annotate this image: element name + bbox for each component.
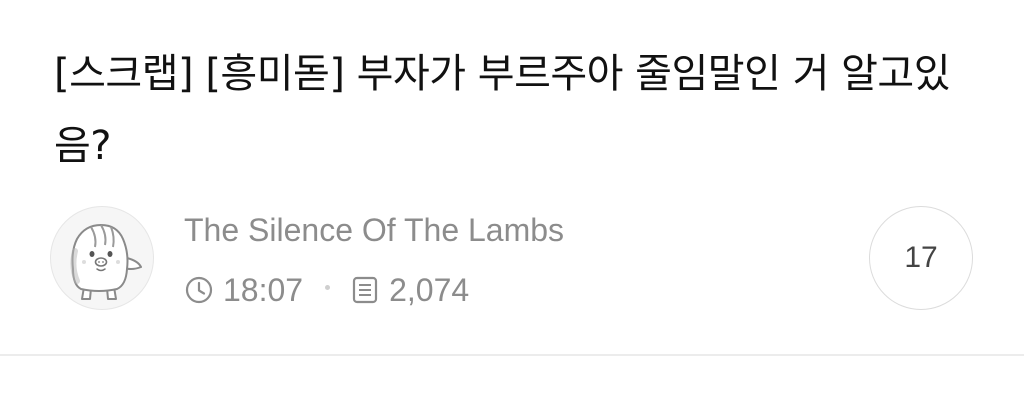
list-divider (0, 354, 1024, 356)
document-lines-icon (350, 275, 380, 305)
comment-count: 17 (904, 241, 938, 274)
author-name[interactable]: The Silence Of The Lambs (184, 212, 564, 249)
author-avatar[interactable] (50, 206, 154, 310)
post-time: 18:07 (223, 271, 304, 308)
penguin-mascot-icon (70, 223, 142, 300)
clock-icon (184, 275, 214, 305)
post-meta: 18:07 2,074 (184, 268, 469, 312)
comment-count-button[interactable]: 17 (869, 206, 973, 310)
view-count: 2,074 (389, 271, 470, 308)
post-title[interactable]: [스크랩] [흥미돋] 부자가 부르주아 줄임말인 거 알고있음? (54, 38, 954, 182)
post-list-item[interactable]: [스크랩] [흥미돋] 부자가 부르주아 줄임말인 거 알고있음? The Si… (0, 0, 1024, 408)
meta-separator (325, 284, 331, 290)
